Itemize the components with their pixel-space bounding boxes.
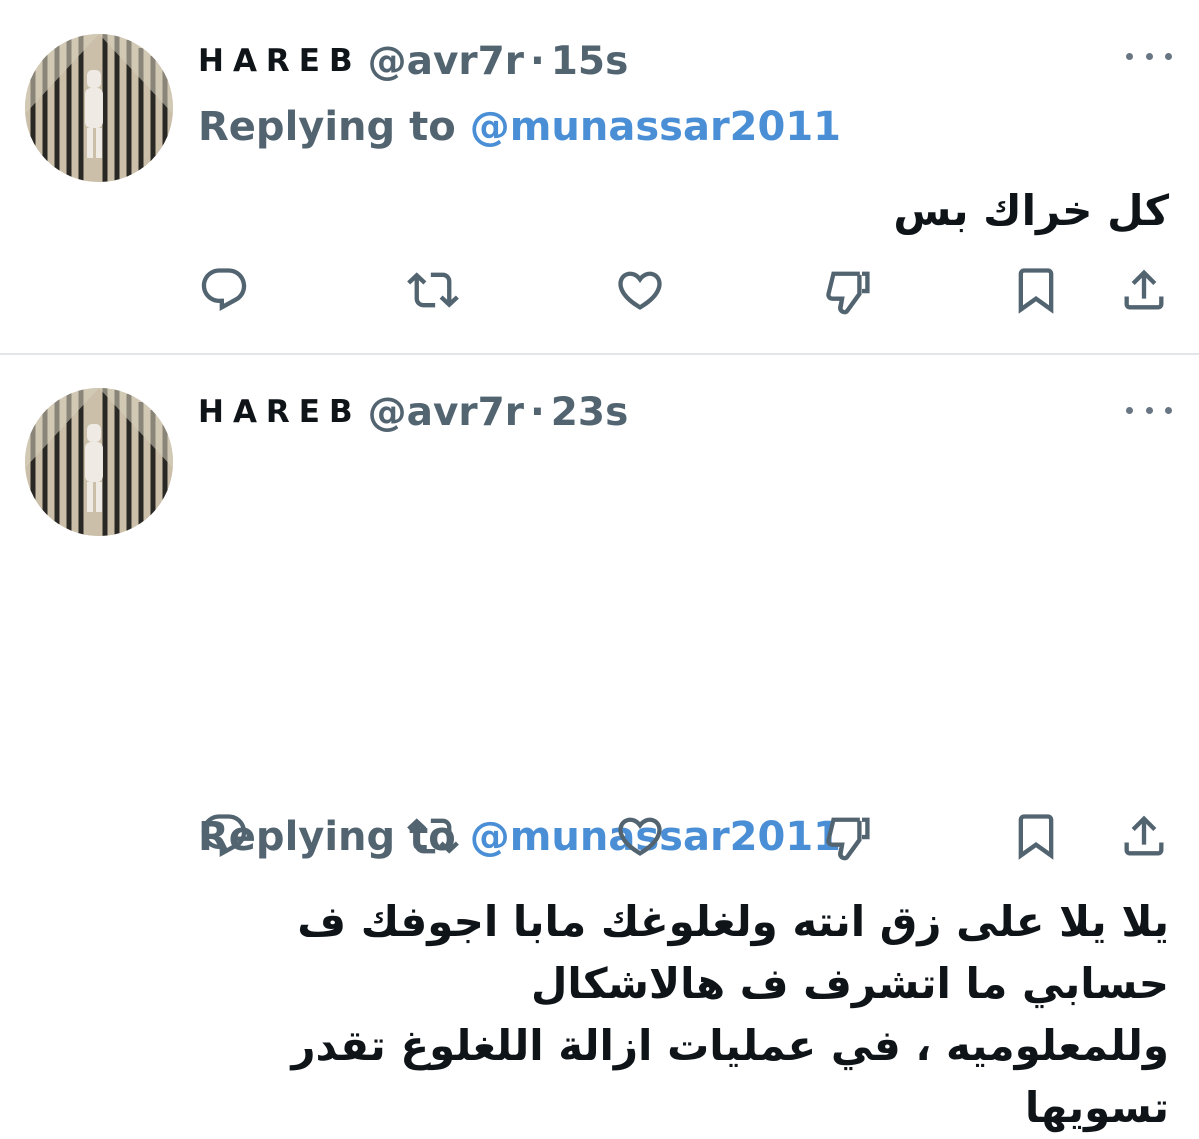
replying-label: Replying to: [198, 104, 456, 150]
share-button[interactable]: [1114, 806, 1174, 866]
avatar-image: [25, 388, 173, 536]
tweet-text: يلا يلا على زق انته ولغلوغك مابا اجوفك ف…: [291, 897, 1169, 1132]
separator-dot: ·: [529, 389, 545, 435]
thumbs-down-icon: [823, 264, 875, 316]
share-icon: [1118, 810, 1170, 862]
avatar[interactable]: [25, 34, 173, 182]
user-handle[interactable]: @avr7r: [368, 39, 524, 84]
more-options-icon[interactable]: [1126, 400, 1172, 420]
share-icon: [1118, 264, 1170, 316]
avatar-image: [25, 34, 173, 182]
tweet-divider: [0, 353, 1199, 355]
thumbs-down-icon: [823, 810, 875, 862]
user-handle[interactable]: @avr7r: [368, 390, 524, 435]
bookmark-button[interactable]: [1006, 260, 1066, 320]
retweet-icon: [407, 264, 459, 316]
tweet-header: HAREB @avr7r · 23s: [198, 384, 628, 440]
tweet-text: كل خراك بس: [893, 186, 1169, 235]
timestamp[interactable]: 15s: [551, 39, 629, 84]
retweet-button[interactable]: [403, 260, 463, 320]
tweet[interactable]: HAREB @avr7r · 23s Replying to @munassar…: [0, 356, 1199, 1132]
bookmark-button[interactable]: [1006, 806, 1066, 866]
dislike-button[interactable]: [819, 806, 879, 866]
separator-dot: ·: [529, 38, 545, 84]
reply-button[interactable]: [194, 806, 254, 866]
reply-icon: [198, 264, 250, 316]
tweet[interactable]: HAREB @avr7r · 15s Replying to @munassar…: [0, 0, 1199, 354]
timestamp[interactable]: 23s: [551, 390, 629, 435]
avatar[interactable]: [25, 388, 173, 536]
tweet-actions: [0, 806, 1199, 866]
tweet-header: HAREB @avr7r · 15s: [198, 33, 628, 89]
display-name[interactable]: HAREB: [198, 43, 362, 79]
retweet-button[interactable]: [403, 806, 463, 866]
bookmark-icon: [1010, 264, 1062, 316]
reply-icon: [198, 810, 250, 862]
heart-icon: [614, 810, 666, 862]
bookmark-icon: [1010, 810, 1062, 862]
heart-icon: [614, 264, 666, 316]
share-button[interactable]: [1114, 260, 1174, 320]
retweet-icon: [407, 810, 459, 862]
like-button[interactable]: [610, 260, 670, 320]
mention-link[interactable]: @munassar2011: [470, 104, 841, 150]
more-options-icon[interactable]: [1126, 46, 1172, 66]
display-name[interactable]: HAREB: [198, 394, 362, 430]
dislike-button[interactable]: [819, 260, 879, 320]
like-button[interactable]: [610, 806, 670, 866]
tweet-actions: [0, 260, 1199, 320]
reply-button[interactable]: [194, 260, 254, 320]
replying-to: Replying to @munassar2011: [198, 99, 841, 155]
